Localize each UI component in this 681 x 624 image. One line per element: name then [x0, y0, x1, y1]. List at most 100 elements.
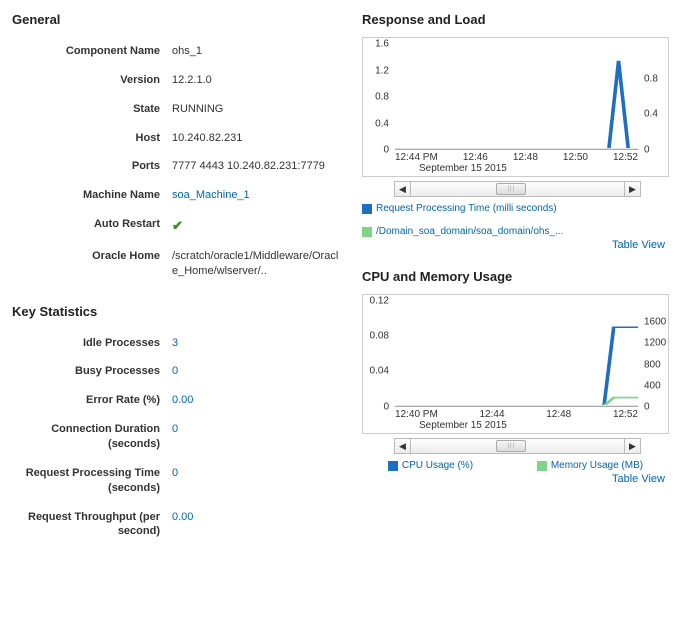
value-host: 10.240.82.231 [172, 131, 342, 146]
ytick: 400 [644, 380, 661, 391]
legend-item-memory-usage[interactable]: Memory Usage (MB) [537, 460, 643, 471]
label-connection-duration: Connection Duration (seconds) [12, 422, 172, 452]
label-request-processing-time: Request Processing Time (seconds) [12, 466, 172, 496]
legend-swatch-icon [537, 461, 547, 471]
chart-time-scrollbar[interactable]: ◀ ||| ▶ [394, 181, 641, 197]
row-component-name: Component Name ohs_1 [12, 37, 342, 66]
scroll-left-icon[interactable]: ◀ [395, 182, 411, 196]
chart-response-plot[interactable]: 1.6 1.2 0.8 0.4 0 0.8 0.4 0 [362, 37, 669, 177]
series-svg [395, 301, 638, 406]
scroll-track[interactable]: ||| [411, 182, 624, 196]
ytick: 800 [644, 359, 661, 370]
label-request-throughput: Request Throughput (per second) [12, 510, 172, 540]
legend-swatch-icon [362, 204, 372, 214]
table-view-link-wrapper: Table View [362, 239, 665, 251]
row-state: State RUNNING [12, 95, 342, 124]
value-machine-name[interactable]: soa_Machine_1 [172, 188, 342, 203]
label-oracle-home: Oracle Home [12, 249, 172, 264]
yaxis-right: 1600 1200 800 400 0 [640, 301, 668, 407]
value-error-rate[interactable]: 0.00 [172, 393, 342, 408]
xaxis-date: September 15 2015 [395, 163, 638, 174]
value-busy-processes[interactable]: 0 [172, 364, 342, 379]
chart-response-and-load: Response and Load 1.6 1.2 0.8 0.4 0 0.8 … [362, 12, 669, 251]
scroll-thumb[interactable]: ||| [496, 183, 526, 195]
legend-item-request-processing[interactable]: Request Processing Time (milli seconds) [362, 203, 557, 214]
scroll-thumb[interactable]: ||| [496, 440, 526, 452]
plot-area [395, 301, 638, 407]
ytick: 0.08 [370, 330, 389, 341]
ytick: 1200 [644, 338, 666, 349]
ytick: 0.12 [370, 296, 389, 307]
row-idle-processes: Idle Processes 3 [12, 329, 342, 358]
ytick: 1.6 [375, 39, 389, 50]
row-machine-name: Machine Name soa_Machine_1 [12, 181, 342, 210]
xtick: 12:48 [513, 152, 538, 163]
value-request-processing-time[interactable]: 0 [172, 466, 342, 481]
xtick: 12:46 [463, 152, 488, 163]
row-request-throughput: Request Throughput (per second) 0.00 [12, 503, 342, 547]
legend-swatch-icon [362, 227, 372, 237]
plot-area [395, 44, 638, 150]
ytick: 0 [383, 145, 389, 156]
xtick: 12:44 PM [395, 152, 438, 163]
scroll-left-icon[interactable]: ◀ [395, 439, 411, 453]
section-general-title: General [12, 12, 342, 27]
chart-response-title: Response and Load [362, 12, 669, 27]
xtick: 12:48 [546, 409, 571, 420]
ytick: 0.8 [644, 73, 658, 84]
row-host: Host 10.240.82.231 [12, 124, 342, 153]
label-idle-processes: Idle Processes [12, 336, 172, 351]
ytick: 0 [383, 402, 389, 413]
legend-item-cpu-usage[interactable]: CPU Usage (%) [388, 460, 473, 471]
row-auto-restart: Auto Restart ✔ [12, 210, 342, 242]
check-icon: ✔ [172, 217, 183, 235]
chart-response-legend: Request Processing Time (milli seconds) … [362, 203, 669, 237]
chart-cpu-legend: CPU Usage (%) Memory Usage (MB) [362, 460, 669, 471]
ytick: 0.4 [375, 118, 389, 129]
table-view-link[interactable]: Table View [612, 473, 665, 485]
chart-cpu-title: CPU and Memory Usage [362, 269, 669, 284]
scroll-right-icon[interactable]: ▶ [624, 439, 640, 453]
value-idle-processes[interactable]: 3 [172, 336, 342, 351]
label-ports: Ports [12, 159, 172, 174]
xaxis: 12:44 PM 12:46 12:48 12:50 12:52 Septemb… [395, 152, 638, 176]
value-oracle-home: /scratch/oracle1/Middleware/Oracle_Home/… [172, 249, 342, 279]
table-view-link-wrapper: Table View [362, 473, 665, 485]
value-ports: 7777 4443 10.240.82.231:7779 [172, 159, 342, 174]
series-svg [395, 44, 638, 149]
legend-item-domain-ohs[interactable]: /Domain_soa_domain/soa_domain/ohs_... [362, 226, 563, 237]
label-auto-restart: Auto Restart [12, 217, 172, 232]
chart-time-scrollbar[interactable]: ◀ ||| ▶ [394, 438, 641, 454]
value-connection-duration[interactable]: 0 [172, 422, 342, 437]
chart-cpu-memory: CPU and Memory Usage 0.12 0.08 0.04 0 16… [362, 269, 669, 485]
legend-label: Memory Usage (MB) [551, 460, 643, 471]
label-error-rate: Error Rate (%) [12, 393, 172, 408]
general-table: Component Name ohs_1 Version 12.2.1.0 St… [12, 37, 342, 286]
scroll-right-icon[interactable]: ▶ [624, 182, 640, 196]
row-connection-duration: Connection Duration (seconds) 0 [12, 415, 342, 459]
xaxis: 12:40 PM 12:44 12:48 12:52 September 15 … [395, 409, 638, 433]
legend-label: Request Processing Time (milli seconds) [376, 203, 557, 214]
xtick: 12:44 [480, 409, 505, 420]
ytick: 0 [644, 402, 650, 413]
legend-label: /Domain_soa_domain/soa_domain/ohs_... [376, 226, 563, 237]
yaxis-right: 0.8 0.4 0 [640, 44, 668, 150]
xtick: 12:52 [613, 152, 638, 163]
value-version: 12.2.1.0 [172, 73, 342, 88]
legend-swatch-icon [388, 461, 398, 471]
row-request-processing-time: Request Processing Time (seconds) 0 [12, 459, 342, 503]
label-version: Version [12, 73, 172, 88]
row-version: Version 12.2.1.0 [12, 66, 342, 95]
chart-cpu-plot[interactable]: 0.12 0.08 0.04 0 1600 1200 800 400 0 [362, 294, 669, 434]
section-keystats-title: Key Statistics [12, 304, 342, 319]
ytick: 1600 [644, 317, 666, 328]
value-state: RUNNING [172, 102, 342, 117]
row-error-rate: Error Rate (%) 0.00 [12, 386, 342, 415]
ytick: 0.04 [370, 365, 389, 376]
table-view-link[interactable]: Table View [612, 239, 665, 251]
ytick: 0.8 [375, 92, 389, 103]
series-cpu-usage [395, 327, 638, 406]
value-request-throughput[interactable]: 0.00 [172, 510, 342, 525]
left-column: General Component Name ohs_1 Version 12.… [12, 8, 342, 546]
scroll-track[interactable]: ||| [411, 439, 624, 453]
